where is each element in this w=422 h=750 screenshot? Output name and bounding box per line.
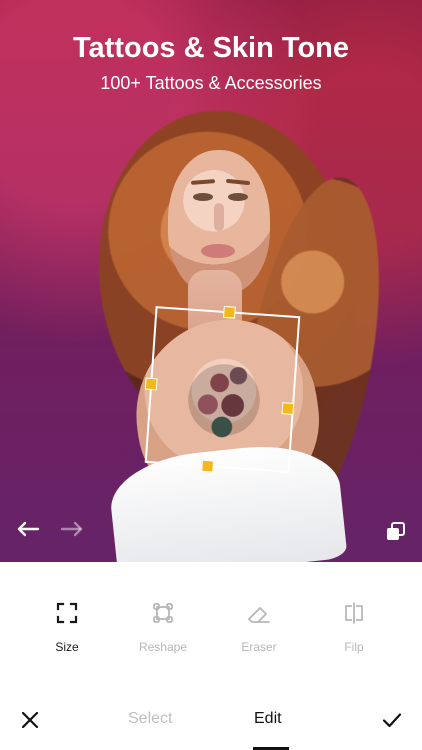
resize-handle-right[interactable] bbox=[281, 402, 295, 416]
tool-row: Size Reshape Eraser Filp bbox=[0, 600, 422, 656]
arrow-right-icon[interactable] bbox=[58, 517, 86, 541]
page-title: Tattoos & Skin Tone bbox=[72, 32, 350, 64]
photo-canvas[interactable]: Tattoos & Skin Tone 100+ Tattoos & Acces… bbox=[0, 0, 422, 562]
tool-label: Eraser bbox=[241, 640, 277, 654]
tab-select[interactable]: Select bbox=[128, 710, 172, 728]
resize-handle-top[interactable] bbox=[222, 305, 236, 319]
bottom-action-bar: Select Edit bbox=[0, 690, 422, 750]
tool-eraser[interactable]: Eraser bbox=[215, 600, 303, 656]
close-icon[interactable] bbox=[18, 708, 42, 732]
layers-icon bbox=[387, 522, 405, 540]
resize-handle-left[interactable] bbox=[144, 377, 158, 391]
close-icon bbox=[21, 711, 39, 729]
tool-label: Filp bbox=[344, 640, 364, 654]
tool-size[interactable]: Size bbox=[23, 600, 111, 656]
tab-edit[interactable]: Edit bbox=[254, 710, 282, 728]
nose-shape bbox=[214, 203, 224, 231]
tool-reshape[interactable]: Reshape bbox=[119, 600, 207, 656]
arrow-left-icon[interactable] bbox=[14, 517, 42, 541]
check-icon[interactable] bbox=[380, 708, 404, 732]
resize-handle-bottom[interactable] bbox=[201, 459, 215, 473]
arrow-right-icon bbox=[60, 521, 83, 537]
tattoo-editor-screen: Tattoos & Skin Tone 100+ Tattoos & Acces… bbox=[0, 0, 422, 750]
eye-shape bbox=[193, 193, 213, 201]
reshape-icon bbox=[153, 603, 173, 623]
flip-icon bbox=[345, 602, 363, 624]
tattoo-selection-box[interactable] bbox=[144, 305, 301, 473]
tool-label: Reshape bbox=[138, 640, 188, 654]
page-subtitle: 100+ Tattoos & Accessories bbox=[100, 73, 322, 93]
eye-shape bbox=[228, 193, 248, 201]
arrow-left-icon bbox=[17, 521, 40, 537]
lips-shape bbox=[201, 244, 235, 258]
promo-header: Tattoos & Skin Tone 100+ Tattoos & Acces… bbox=[0, 30, 422, 95]
tool-label: Size bbox=[55, 640, 79, 654]
layers-icon[interactable] bbox=[384, 520, 408, 544]
resize-icon bbox=[56, 602, 78, 624]
check-icon bbox=[382, 713, 402, 728]
eraser-icon bbox=[248, 607, 270, 623]
tool-flip[interactable]: Filp bbox=[310, 600, 398, 656]
